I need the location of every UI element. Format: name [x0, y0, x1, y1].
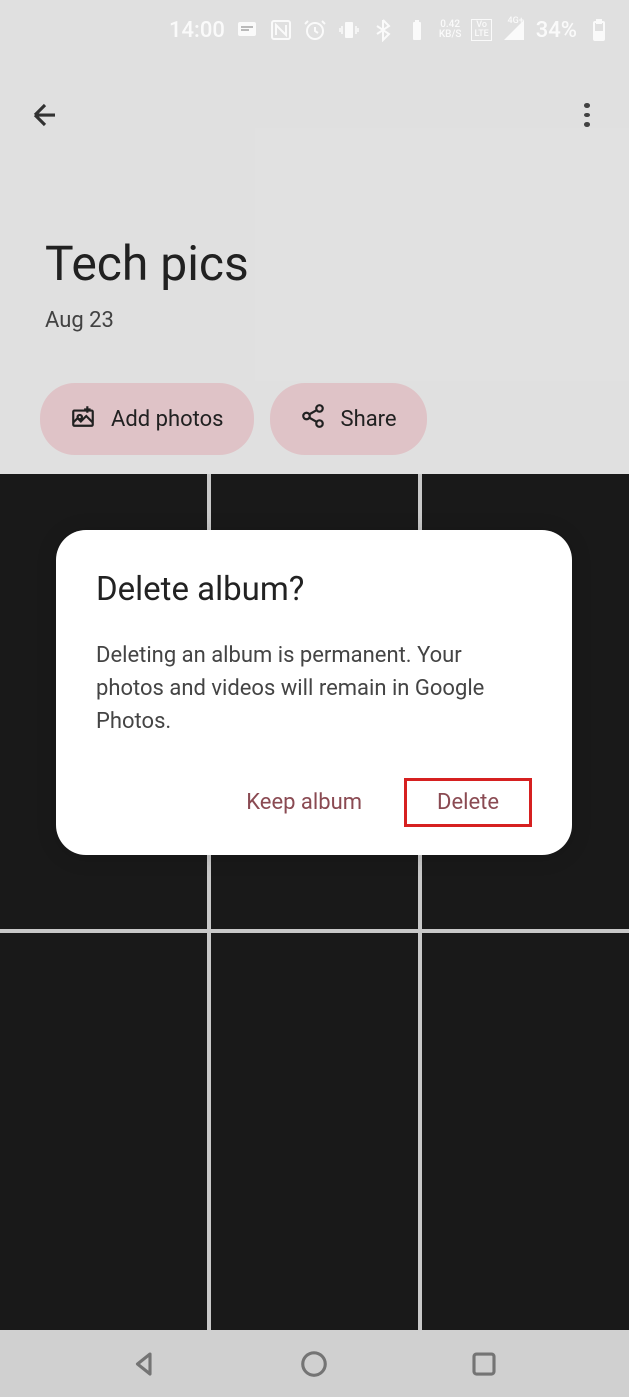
delete-button[interactable]: Delete	[404, 778, 532, 827]
keep-album-button[interactable]: Keep album	[224, 778, 384, 827]
dialog-actions: Keep album Delete	[96, 778, 532, 827]
dialog-title: Delete album?	[96, 570, 532, 609]
delete-album-dialog: Delete album? Deleting an album is perma…	[56, 530, 572, 855]
dialog-message: Deleting an album is permanent. Your pho…	[96, 639, 532, 738]
